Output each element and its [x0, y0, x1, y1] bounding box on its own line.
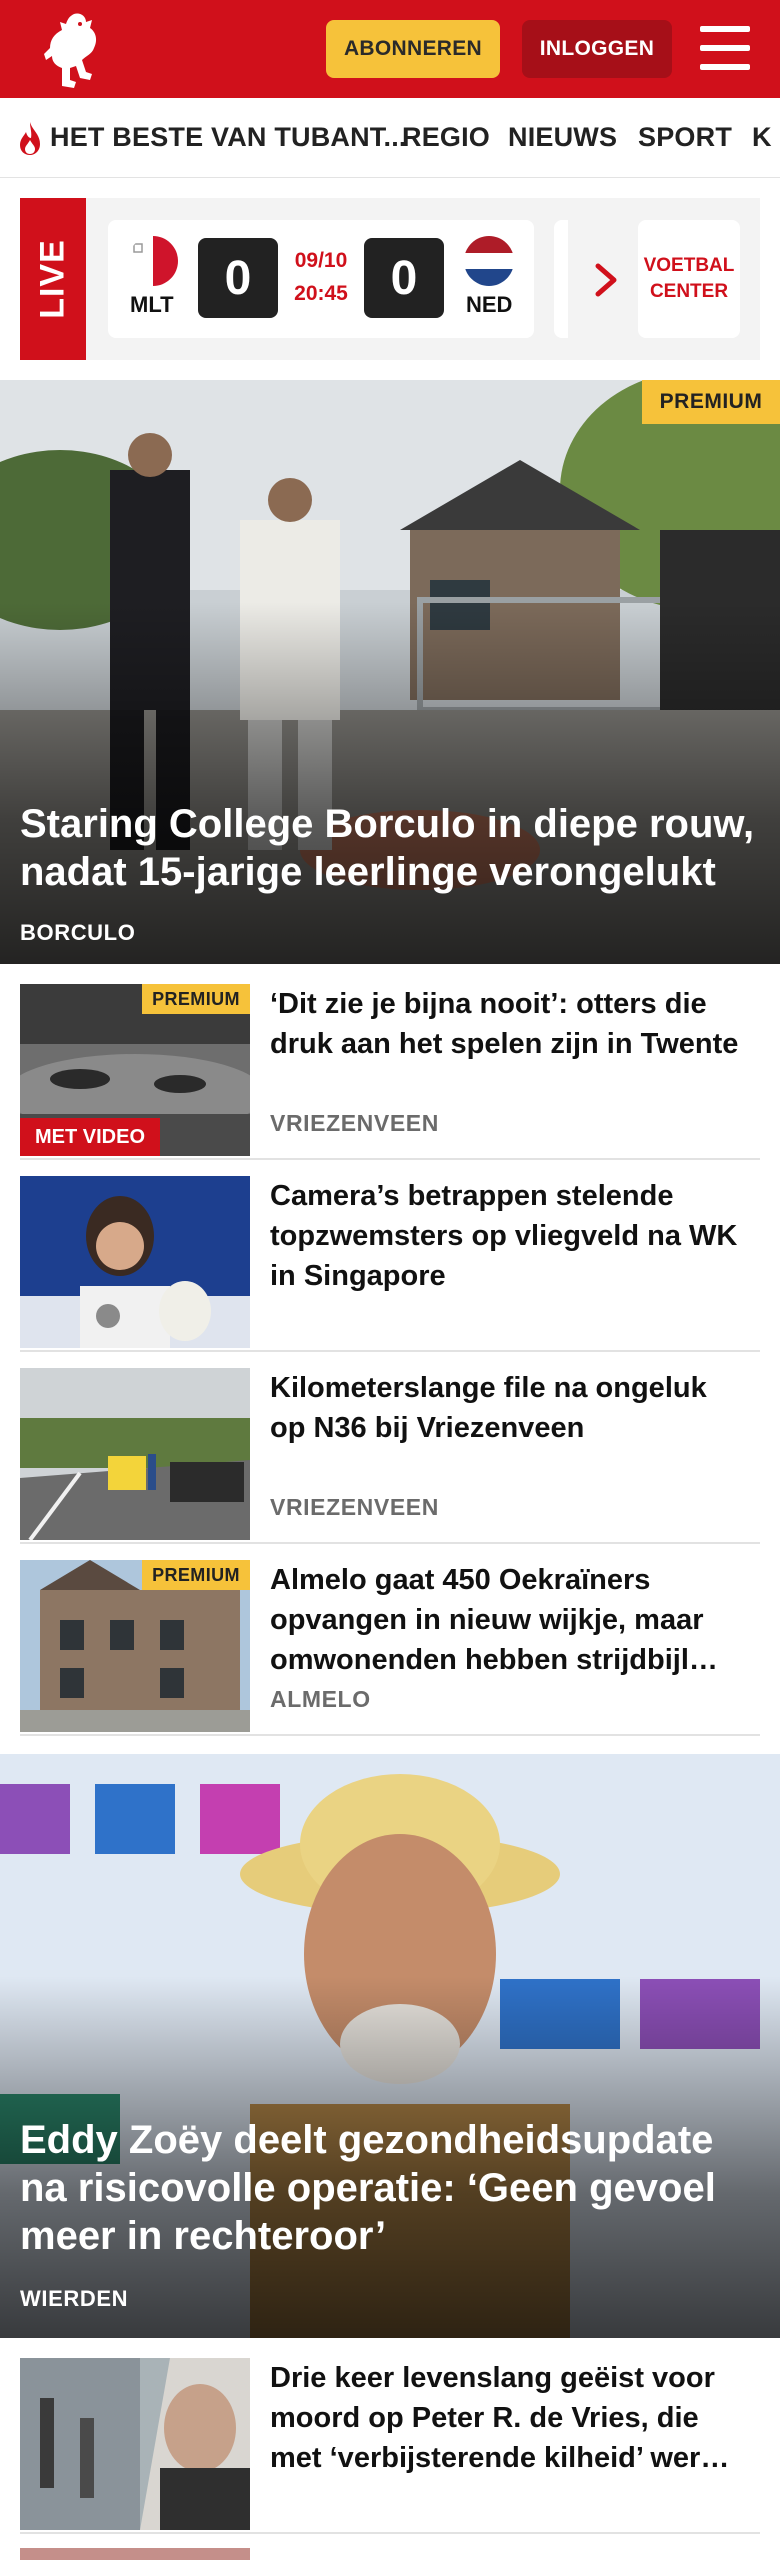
article-location: VRIEZENVEEN — [270, 1494, 439, 1520]
live-scores-bar: LIVE MLT 0 09/10 20:45 0 NED VOETBAL CEN… — [0, 198, 780, 360]
article-thumbnail-court — [20, 2358, 250, 2530]
live-label: LIVE — [33, 239, 72, 319]
netherlands-flag-icon — [464, 236, 514, 286]
article-row-peter-r-de-vries[interactable]: Drie keer levenslang geëist voor moord o… — [20, 2342, 760, 2534]
premium-badge: PREMIUM — [642, 380, 780, 424]
home-team-code: MLT — [130, 292, 174, 317]
section-item-overflow[interactable]: K — [752, 122, 772, 153]
section-item-sport[interactable]: SPORT — [638, 122, 732, 153]
section-item-regio[interactable]: REGIO — [402, 122, 490, 153]
live-tag: LIVE — [20, 198, 86, 360]
article-thumbnail-almelo: PREMIUM — [20, 1560, 250, 1732]
article-title[interactable]: ‘Dit zie je bijna nooit’: otters die dru… — [270, 984, 750, 1064]
chevron-right-icon[interactable] — [586, 258, 626, 302]
article-thumbnail-swimmers — [20, 1176, 250, 1348]
top-header: ABONNEREN INLOGGEN — [0, 0, 780, 98]
article-row-swimmers[interactable]: Camera’s betrappen stelende topzwemsters… — [20, 1160, 760, 1352]
article-row-almelo[interactable]: PREMIUM Almelo gaat 450 Oekraïners opvan… — [20, 1544, 760, 1736]
match-date: 09/10 — [294, 249, 348, 272]
video-badge: MET VIDEO — [20, 1118, 160, 1156]
match-time: 20:45 — [294, 282, 348, 305]
login-button[interactable]: INLOGGEN — [522, 20, 672, 78]
home-score: 0 — [198, 238, 278, 318]
next-match-card-edge[interactable] — [554, 220, 568, 338]
away-score: 0 — [364, 238, 444, 318]
article-row-otters[interactable]: PREMIUM MET VIDEO ‘Dit zie je bijna nooi… — [20, 968, 760, 1160]
hamburger-menu-icon[interactable] — [700, 26, 750, 72]
away-team-code: NED — [466, 292, 513, 317]
article-title[interactable]: Drie keer levenslang geëist voor moord o… — [270, 2358, 750, 2478]
voetbal-center-link[interactable]: VOETBAL CENTER — [638, 220, 740, 338]
hero-title[interactable]: Staring College Borculo in diepe rouw, n… — [20, 800, 760, 896]
malta-flag-icon — [128, 236, 178, 286]
article-title[interactable]: Kilometerslange file na ongeluk op N36 b… — [270, 1368, 750, 1448]
hero-location: WIERDEN — [20, 2286, 129, 2311]
article-location: VRIEZENVEEN — [270, 1110, 439, 1136]
section-nav: HET BESTE VAN TUBANT... REGIO NIEUWS SPO… — [0, 98, 780, 178]
hero-article-eddy-zoey[interactable]: Eddy Zoëy deelt gezondheidsupdate na ris… — [0, 1754, 780, 2338]
flame-icon — [20, 122, 40, 155]
hero-gradient — [0, 601, 780, 964]
premium-badge: PREMIUM — [142, 1560, 250, 1590]
article-title[interactable]: Almelo gaat 450 Oekraïners opvangen in n… — [270, 1560, 750, 1680]
section-item-best-of[interactable]: HET BESTE VAN TUBANT... — [50, 122, 407, 153]
hero-location: BORCULO — [20, 920, 136, 945]
subscribe-button[interactable]: ABONNEREN — [326, 20, 500, 78]
hero-article-borculo[interactable]: PREMIUM Staring College Borculo in diepe… — [0, 380, 780, 964]
section-item-nieuws[interactable]: NIEUWS — [508, 122, 617, 153]
article-thumbnail-traffic — [20, 1368, 250, 1540]
tubantia-horse-logo[interactable] — [36, 8, 108, 90]
article-thumbnail-otters: PREMIUM MET VIDEO — [20, 984, 250, 1156]
hero-title[interactable]: Eddy Zoëy deelt gezondheidsupdate na ris… — [20, 2116, 760, 2260]
article-title[interactable]: Camera’s betrappen stelende topzwemsters… — [270, 1176, 750, 1296]
match-datetime: 09/10 20:45 — [274, 244, 368, 310]
match-card[interactable]: MLT 0 09/10 20:45 0 NED — [108, 220, 534, 338]
article-location: ALMELO — [270, 1686, 371, 1712]
next-article-thumbnail-edge — [20, 2548, 250, 2560]
article-row-traffic[interactable]: Kilometerslange file na ongeluk op N36 b… — [20, 1352, 760, 1544]
premium-badge: PREMIUM — [142, 984, 250, 1014]
